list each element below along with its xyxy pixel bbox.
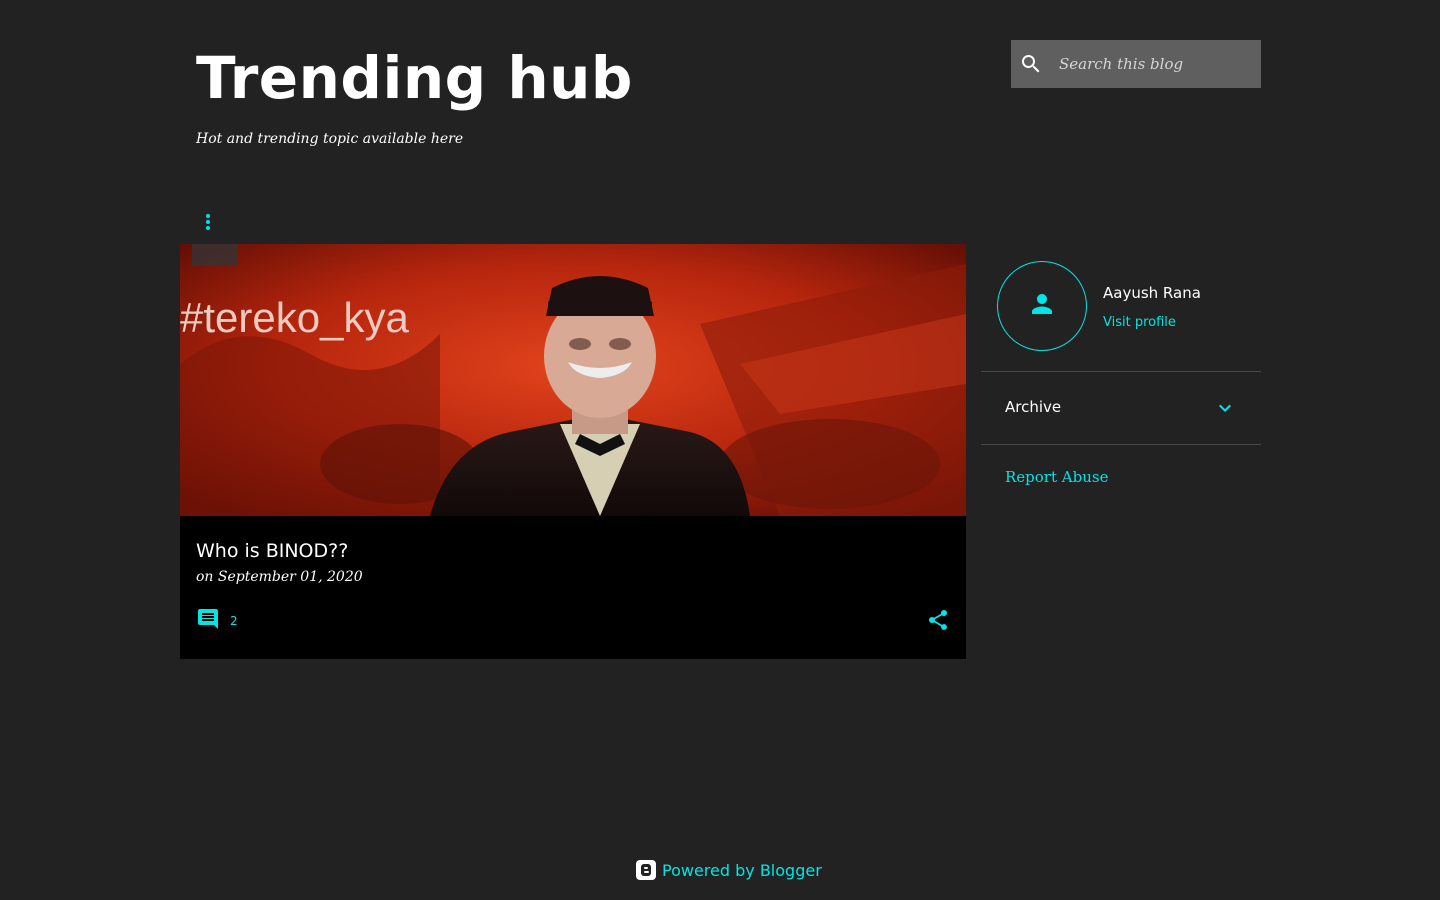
blog-description: Hot and trending topic available here [196, 131, 464, 147]
powered-by-blogger-link[interactable]: Powered by Blogger [636, 860, 822, 880]
chevron-down-icon[interactable] [1213, 396, 1237, 420]
archive-label: Archive [1005, 398, 1062, 416]
search-box[interactable] [1011, 40, 1261, 88]
share-icon[interactable] [926, 608, 950, 632]
post-title[interactable]: Who is BINOD?? [196, 538, 348, 564]
powered-by-text: Powered by Blogger [662, 860, 822, 880]
visit-profile-link[interactable]: Visit profile [1103, 315, 1176, 330]
post-card: #tereko_kya Who is BINOD?? on September … [180, 244, 966, 659]
profile-avatar[interactable] [997, 261, 1087, 351]
sidebar-divider [981, 444, 1261, 445]
more-options-icon[interactable] [196, 206, 220, 238]
post-featured-image[interactable]: #tereko_kya [180, 244, 966, 516]
comment-count[interactable]: 2 [230, 614, 238, 628]
comments-link[interactable]: 2 [196, 607, 238, 635]
svg-text:#tereko_kya: #tereko_kya [180, 294, 409, 341]
person-icon [1027, 289, 1057, 323]
report-abuse-link[interactable]: Report Abuse [1005, 468, 1108, 486]
search-input[interactable] [1059, 55, 1249, 73]
blogger-icon [636, 860, 656, 880]
profile-name[interactable]: Aayush Rana [1103, 284, 1201, 302]
post-date[interactable]: on September 01, 2020 [196, 569, 363, 585]
comment-icon[interactable] [196, 607, 220, 635]
search-icon[interactable] [1019, 52, 1043, 76]
blog-title[interactable]: Trending hub [196, 40, 633, 116]
archive-toggle[interactable]: Archive [981, 372, 1261, 444]
